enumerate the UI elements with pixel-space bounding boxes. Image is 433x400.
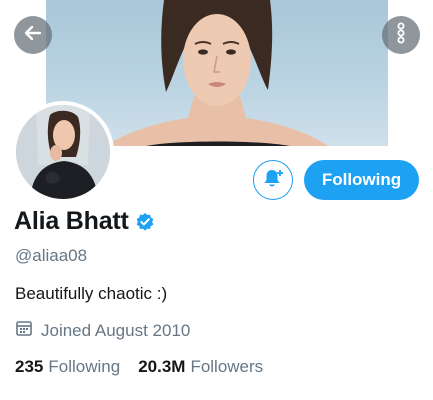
back-button[interactable] [14, 16, 52, 54]
more-vertical-icon [391, 21, 411, 50]
joined-date: Joined August 2010 [41, 320, 191, 340]
name-row: Alia Bhatt [14, 207, 155, 236]
bell-plus-icon [262, 167, 284, 194]
arrow-left-icon [23, 23, 43, 48]
more-options-button[interactable] [382, 16, 420, 54]
display-name: Alia Bhatt [14, 207, 129, 235]
user-handle: @aliaa08 [15, 246, 88, 265]
following-button[interactable]: Following [304, 160, 419, 200]
following-count-link[interactable]: 235 Following [15, 357, 120, 377]
followers-count: 20.3M [138, 357, 186, 376]
following-count: 235 [15, 357, 44, 376]
follow-stats: 235 Following 20.3M Followers [15, 357, 263, 377]
followers-count-link[interactable]: 20.3M Followers [138, 357, 263, 377]
verified-badge-icon [135, 212, 155, 232]
notifications-button[interactable] [253, 160, 293, 200]
joined-date-row: Joined August 2010 [15, 319, 190, 342]
avatar-image [16, 105, 110, 199]
calendar-icon [15, 319, 33, 342]
followers-label: Followers [190, 357, 264, 376]
avatar[interactable] [12, 101, 114, 203]
profile-bio: Beautifully chaotic :) [15, 284, 168, 303]
following-label: Following [48, 357, 121, 376]
